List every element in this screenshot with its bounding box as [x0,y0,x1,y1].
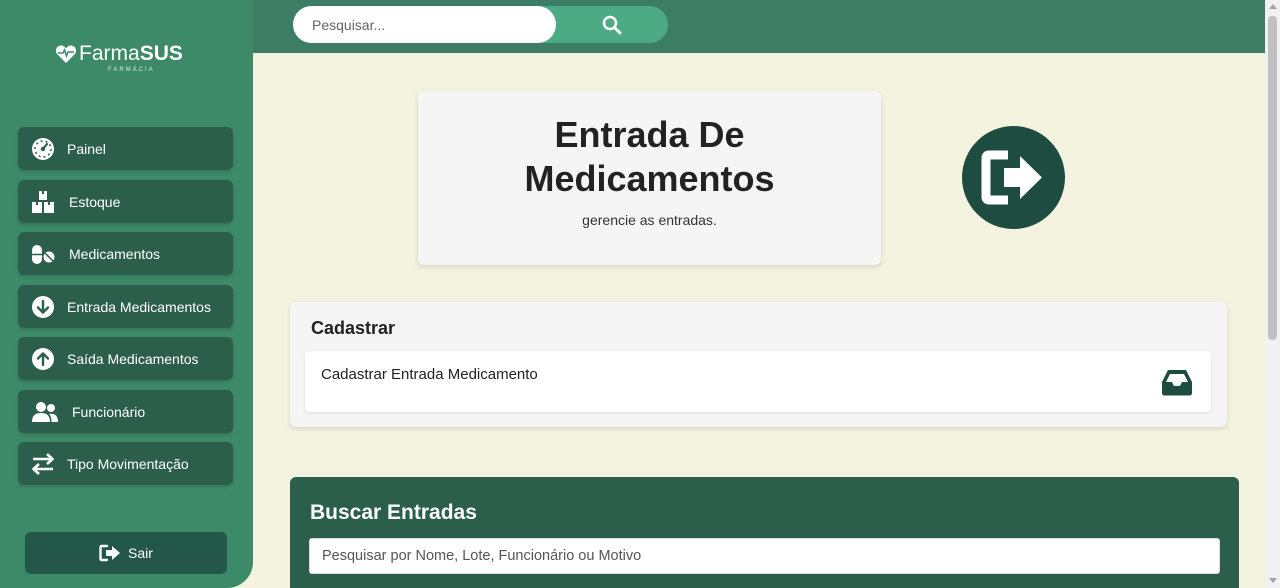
page-scrollbar[interactable] [1265,0,1280,588]
sidebar-item-tipo-movimentacao[interactable]: Tipo Movimentação [18,442,233,485]
boxes-icon [32,191,54,213]
sidebar-item-label: Estoque [69,194,121,210]
search-bar [293,6,668,43]
page-title: Entrada De Medicamentos [524,114,775,199]
scrollbar-thumb[interactable] [1268,16,1277,340]
gauge-icon [32,138,54,160]
register-entry-row[interactable]: Cadastrar Entrada Medicamento [305,351,1211,412]
arrow-down-circle-icon [32,296,54,318]
register-card: Cadastrar Cadastrar Entrada Medicamento [290,302,1227,427]
scroll-down-arrow-icon[interactable] [1269,578,1277,583]
sidebar-item-label: Tipo Movimentação [67,456,189,472]
search-input[interactable] [293,6,556,43]
search-entries-input[interactable] [309,538,1220,574]
sidebar-item-entrada-medicamentos[interactable]: Entrada Medicamentos [18,285,233,328]
top-bar [253,0,1265,53]
sidebar-item-painel[interactable]: Painel [18,127,233,170]
sidebar-item-label: Painel [67,141,106,157]
search-entries-panel: Buscar Entradas [290,477,1239,588]
sidebar-item-label: Medicamentos [69,246,161,262]
page-header-card: Entrada De Medicamentos gerencie as entr… [418,91,881,265]
sign-in-arrow-icon [962,126,1065,229]
heart-pulse-icon [55,45,77,63]
app-logo[interactable]: FarmaSUS FARMÁCIA [55,42,205,76]
sidebar-item-label: Saída Medicamentos [67,351,199,367]
page-subtitle: gerencie as entradas. [582,212,717,228]
sidebar-item-saida-medicamentos[interactable]: Saída Medicamentos [18,337,233,380]
sidebar-item-medicamentos[interactable]: Medicamentos [18,232,233,275]
register-title: Cadastrar [311,318,396,338]
pills-icon [32,245,55,264]
users-icon [32,402,58,422]
inbox-tray-icon[interactable] [1161,369,1193,396]
sidebar-item-funcionario[interactable]: Funcionário [18,390,233,433]
logout-button[interactable]: Sair [25,532,227,574]
arrows-left-right-icon [32,453,54,475]
logout-label: Sair [128,545,153,561]
sidebar-item-estoque[interactable]: Estoque [18,180,233,223]
search-entries-title: Buscar Entradas [310,501,477,524]
logo-wordmark: FarmaSUS [79,42,183,65]
sign-out-icon [99,544,120,562]
logo-subtitle: FARMÁCIA [108,67,155,73]
scroll-up-arrow-icon[interactable] [1269,4,1277,9]
search-icon[interactable] [601,14,623,36]
sidebar-item-label: Funcionário [72,404,146,420]
register-entry-label: Cadastrar Entrada Medicamento [321,366,538,383]
sidebar-item-label: Entrada Medicamentos [67,299,211,315]
arrow-up-circle-icon [32,348,54,370]
sidebar: FarmaSUS FARMÁCIA Painel Estoque Medicam… [0,0,253,588]
